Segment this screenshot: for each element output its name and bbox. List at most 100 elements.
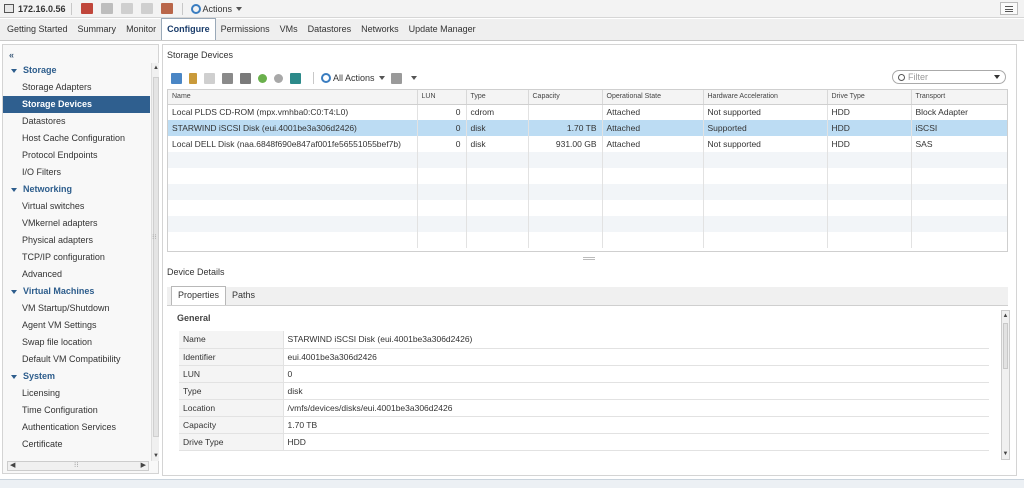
sidebar-item-host-cache-configuration[interactable]: Host Cache Configuration [3,130,150,147]
table-row[interactable]: Local PLDS CD-ROM (mpx.vmhba0:C0:T4:L0) 0… [168,104,1007,120]
sidebar-group-networking[interactable]: Networking [3,181,150,198]
refresh-icon[interactable] [171,72,182,84]
tab-datastores[interactable]: Datastores [303,19,357,40]
scroll-up-icon[interactable]: ▲ [1002,312,1009,320]
sidebar-group-virtual-machines[interactable]: Virtual Machines [3,283,150,300]
empty-cell [911,184,1007,200]
tab-vms[interactable]: VMs [275,19,303,40]
sidebar-item-certificate[interactable]: Certificate [3,436,150,453]
mark-local-icon[interactable] [240,72,251,84]
empty-cell [466,152,529,168]
column-header-lun[interactable]: LUN [417,90,467,105]
chevron-down-icon[interactable] [410,76,417,80]
host-icon-action[interactable] [140,3,153,14]
sidebar-item-agent-vm-settings[interactable]: Agent VM Settings [3,317,150,334]
table-cell: Local PLDS CD-ROM (mpx.vmhba0:C0:T4:L0) [168,104,418,120]
filter-input[interactable]: Filter [892,70,1006,84]
export-icon[interactable] [390,72,402,84]
chevron-down-icon[interactable] [994,75,1000,79]
scroll-thumb[interactable] [1003,323,1008,369]
scroll-right-icon[interactable]: ▶ [141,462,146,470]
sidebar-item-virtual-switches[interactable]: Virtual switches [3,198,150,215]
scroll-grip[interactable]: ⁝⁝ [74,462,78,470]
scroll-left-icon[interactable]: ◀ [10,462,15,470]
table-cell: cdrom [466,104,529,120]
power-icon[interactable] [100,3,113,14]
details-scrollbar[interactable]: ▲ ▼ [1001,310,1010,460]
flash-icon[interactable] [222,72,233,84]
tab-networks[interactable]: Networks [356,19,404,40]
empty-cell [466,232,529,248]
sidebar-item-storage-adapters[interactable]: Storage Adapters [3,79,150,96]
expand-triangle-icon [11,68,17,73]
empty-cell [168,152,418,168]
empty-cell [602,216,704,232]
tab-monitor[interactable]: Monitor [121,19,161,40]
scroll-up-icon[interactable]: ▲ [152,64,160,72]
rescan-icon[interactable] [204,72,215,84]
sidebar-item-default-vm-compatibility[interactable]: Default VM Compatibility [3,351,150,368]
tab-summary[interactable]: Summary [73,19,122,40]
host-name[interactable]: 172.16.0.56 [0,4,66,14]
erase-partitions-icon[interactable] [290,72,301,84]
actions-menu[interactable]: Actions [190,3,243,14]
sidebar-horizontal-scrollbar[interactable]: ◀ ⁝⁝ ▶ [7,461,149,471]
column-header-capacity[interactable]: Capacity [528,90,603,105]
panel-menu-button[interactable] [1000,2,1018,15]
sidebar-item-datastores[interactable]: Datastores [3,113,150,130]
turn-off-led-icon[interactable] [274,73,283,83]
property-row: Type disk [179,382,989,400]
empty-cell [417,152,467,168]
resize-handle[interactable] [583,257,595,260]
turn-on-led-icon[interactable] [258,73,267,83]
column-header-operational-state[interactable]: Operational State [602,90,704,105]
sidebar-item-i-o-filters[interactable]: I/O Filters [3,164,150,181]
property-row: LUN 0 [179,365,989,383]
column-header-type[interactable]: Type [466,90,529,105]
tab-permissions[interactable]: Permissions [216,19,275,40]
splitter-grip[interactable]: ⁝⁝ [152,233,156,241]
property-value: /vmfs/devices/disks/eui.4001be3a306d2426 [283,399,989,417]
table-row[interactable]: STARWIND iSCSI Disk (eui.4001be3a306d242… [168,120,1007,136]
maintenance-icon[interactable] [120,3,133,14]
empty-cell [827,200,912,216]
table-row[interactable]: Local DELL Disk (naa.6848f690e847af001fe… [168,136,1007,152]
sidebar-vertical-scrollbar[interactable]: ▲ ▼ [151,63,159,461]
column-header-name[interactable]: Name [168,90,418,105]
column-header-hardware-acceleration[interactable]: Hardware Acceleration [703,90,828,105]
host-icon [4,4,14,13]
column-header-drive-type[interactable]: Drive Type [827,90,912,105]
sidebar-item-licensing[interactable]: Licensing [3,385,150,402]
empty-cell [466,184,529,200]
sidebar-item-physical-adapters[interactable]: Physical adapters [3,232,150,249]
all-actions-menu[interactable]: All Actions [321,73,385,83]
scroll-down-icon[interactable]: ▼ [1002,450,1009,458]
sidebar-item-swap-file-location[interactable]: Swap file location [3,334,150,351]
tab-paths[interactable]: Paths [226,287,261,305]
sidebar-item-tcp-ip-configuration[interactable]: TCP/IP configuration [3,249,150,266]
sidebar-item-storage-devices[interactable]: Storage Devices [3,96,150,113]
tab-getting-started[interactable]: Getting Started [2,19,73,40]
host-action-icon[interactable] [160,3,173,14]
tab-configure[interactable]: Configure [161,18,216,40]
scroll-down-icon[interactable]: ▼ [152,452,160,460]
sidebar-item-protocol-endpoints[interactable]: Protocol Endpoints [3,147,150,164]
sidebar-item-advanced[interactable]: Advanced [3,266,150,283]
sidebar-group-system[interactable]: System [3,368,150,385]
column-header-transport[interactable]: Transport [911,90,1007,105]
sidebar-group-storage[interactable]: Storage [3,62,150,79]
sidebar-item-authentication-services[interactable]: Authentication Services [3,419,150,436]
tab-update-manager[interactable]: Update Manager [404,19,481,40]
new-vm-icon[interactable] [80,3,93,14]
sidebar-item-time-configuration[interactable]: Time Configuration [3,402,150,419]
scroll-thumb[interactable] [153,77,159,437]
collapse-icon[interactable]: « [9,50,14,60]
table-cell: disk [466,136,529,152]
sidebar-item-vm-startup-shutdown[interactable]: VM Startup/Shutdown [3,300,150,317]
sidebar-item-vmkernel-adapters[interactable]: VMkernel adapters [3,215,150,232]
empty-cell [703,168,828,184]
detach-icon[interactable] [189,72,197,84]
tab-properties[interactable]: Properties [171,286,227,305]
empty-row [168,200,1007,216]
sidebar: « Storage Storage Adapters Storage Devices… [2,44,159,474]
